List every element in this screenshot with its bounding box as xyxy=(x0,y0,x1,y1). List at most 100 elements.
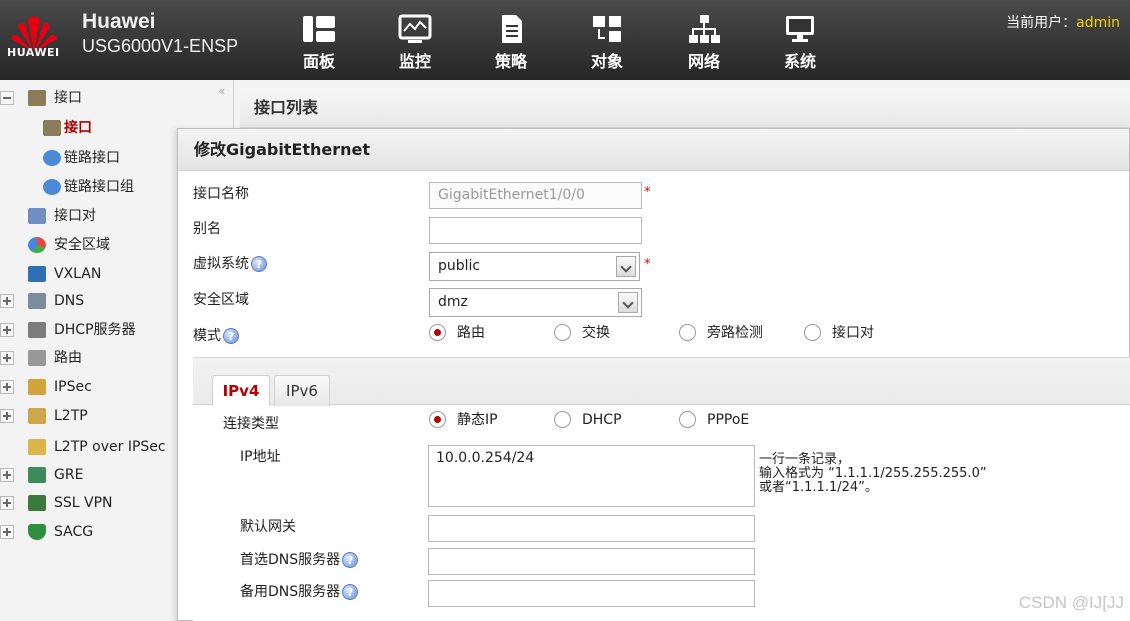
radio-icon[interactable] xyxy=(554,324,571,341)
l2tp-icon xyxy=(28,408,46,424)
nav-dashboard[interactable]: 面板 xyxy=(289,14,349,72)
sidebar-item-dns[interactable]: DNS xyxy=(0,288,200,314)
sidebar-item-vxlan[interactable]: VXLAN xyxy=(0,261,200,287)
current-user: 当前用户：admin xyxy=(1006,12,1120,32)
dialog-title: 修改GigabitEthernet xyxy=(178,129,1129,171)
user-name[interactable]: admin xyxy=(1076,15,1120,31)
sidebar-item-link-interface[interactable]: 链路接口 xyxy=(0,145,200,171)
ip-address-label: IP地址 xyxy=(240,449,281,465)
required-mark: * xyxy=(644,185,651,200)
policy-icon xyxy=(502,15,522,43)
dns2-label: 备用DNS服务器? xyxy=(240,581,359,601)
vsys-select[interactable]: public xyxy=(429,252,640,281)
zone-value: dmz xyxy=(438,294,468,310)
hint-line: 或者“1.1.1.1/24”。 xyxy=(759,480,878,495)
sidebar-item-label: L2TP over IPSec xyxy=(54,439,166,455)
expand-icon[interactable] xyxy=(0,525,14,539)
sidebar-item-label: 链路接口组 xyxy=(64,179,134,195)
nav-label: 对象 xyxy=(590,52,623,71)
radio-icon[interactable] xyxy=(554,411,571,428)
help-icon[interactable]: ? xyxy=(342,552,359,568)
radio-label: 接口对 xyxy=(832,325,874,341)
system-icon xyxy=(786,16,814,42)
sidebar-item-l2tp-over-ipsec[interactable]: L2TP over IPSec xyxy=(0,434,200,460)
expand-icon[interactable] xyxy=(0,496,14,510)
sidebar-item-sacg[interactable]: SACG xyxy=(0,519,200,545)
mode-label: 模式? xyxy=(193,325,239,345)
gateway-field[interactable] xyxy=(428,515,755,542)
sidebar-item-gre[interactable]: GRE xyxy=(0,462,200,488)
sidebar-item-l2tp[interactable]: L2TP xyxy=(0,403,200,429)
dropdown-arrow-icon[interactable] xyxy=(618,292,638,313)
alias-field[interactable] xyxy=(429,217,642,244)
radio-icon[interactable] xyxy=(804,324,821,341)
mode-label-text: 模式 xyxy=(193,328,221,344)
expand-icon[interactable] xyxy=(0,468,14,482)
expand-icon[interactable] xyxy=(0,409,14,423)
ip-address-textarea[interactable]: 10.0.0.254/24 xyxy=(428,445,755,507)
dns1-field[interactable] xyxy=(428,548,755,575)
sidebar-item-interface-pair[interactable]: 接口对 xyxy=(0,203,200,229)
nav-policy[interactable]: 策略 xyxy=(481,14,541,72)
sidebar-item-label: SSL VPN xyxy=(54,495,113,511)
top-header: HUAWEI Huawei USG6000V1-ENSP 面板 监控 策略 对象… xyxy=(0,0,1130,80)
tab-ipv4[interactable]: IPv4 xyxy=(212,375,270,406)
dhcp-icon xyxy=(28,322,46,338)
sidebar-item-ssl-vpn[interactable]: SSL VPN xyxy=(0,490,200,516)
interface-icon xyxy=(28,90,46,106)
radio-selected-icon[interactable] xyxy=(429,411,446,428)
nav-label: 系统 xyxy=(783,52,816,71)
expand-icon[interactable] xyxy=(0,294,14,308)
gateway-label: 默认网关 xyxy=(240,519,296,535)
sidebar-item-label: 接口 xyxy=(54,90,82,106)
help-icon[interactable]: ? xyxy=(223,328,239,344)
nav-network[interactable]: 网络 xyxy=(674,14,734,72)
radio-label: 静态IP xyxy=(457,412,498,428)
dropdown-arrow-icon[interactable] xyxy=(616,256,636,277)
hint-line: 一行一条记录， xyxy=(759,452,851,467)
sidebar-item-label: L2TP xyxy=(54,408,88,424)
expand-icon[interactable] xyxy=(0,323,14,337)
sidebar-item-route[interactable]: 路由 xyxy=(0,345,200,371)
ip-format-hint: 一行一条记录， 输入格式为 “1.1.1.1/255.255.255.0” 或者… xyxy=(759,453,987,495)
sidebar-item-ipsec[interactable]: IPSec xyxy=(0,374,200,400)
dns2-field[interactable] xyxy=(428,580,755,607)
vxlan-icon xyxy=(28,266,46,282)
dns2-label-text: 备用DNS服务器 xyxy=(240,584,341,600)
nav-monitor[interactable]: 监控 xyxy=(385,14,445,72)
edit-interface-dialog: 修改GigabitEthernet 接口名称 GigabitEthernet1/… xyxy=(177,128,1130,621)
sidebar-item-label: VXLAN xyxy=(54,266,102,282)
vsys-label: 虚拟系统? xyxy=(193,253,267,273)
help-icon[interactable]: ? xyxy=(342,584,359,600)
zone-label: 安全区域 xyxy=(193,292,249,308)
help-icon[interactable]: ? xyxy=(251,256,267,272)
sidebar-item-label: GRE xyxy=(54,467,84,483)
sidebar-item-interface-group[interactable]: 接口 xyxy=(0,85,200,111)
tab-ipv6[interactable]: IPv6 xyxy=(274,375,330,406)
sidebar-item-dhcp[interactable]: DHCP服务器 xyxy=(0,317,200,343)
radio-label: 旁路检测 xyxy=(707,325,763,341)
tab-strip xyxy=(193,357,1130,405)
expand-icon[interactable] xyxy=(0,351,14,365)
dns1-label-text: 首选DNS服务器 xyxy=(240,552,341,568)
watermark: CSDN @IJ[JJ xyxy=(1018,593,1124,612)
nav-system[interactable]: 系统 xyxy=(770,14,830,72)
ssl-vpn-icon xyxy=(28,495,46,511)
radio-icon[interactable] xyxy=(679,411,696,428)
collapse-sidebar-icon[interactable]: « xyxy=(218,84,225,98)
dns-icon xyxy=(28,293,46,309)
sidebar-item-label: IPSec xyxy=(54,379,92,395)
network-icon xyxy=(689,15,720,43)
sidebar-item-interface[interactable]: 接口 xyxy=(0,115,200,141)
expand-icon[interactable] xyxy=(0,380,14,394)
radio-selected-icon[interactable] xyxy=(429,324,446,341)
radio-icon[interactable] xyxy=(679,324,696,341)
zone-select[interactable]: dmz xyxy=(429,288,642,317)
sidebar-item-link-group[interactable]: 链路接口组 xyxy=(0,174,200,200)
monitor-icon xyxy=(398,14,432,43)
nav-object[interactable]: 对象 xyxy=(577,14,637,72)
radio-label: 交换 xyxy=(582,325,610,341)
sidebar-item-security-zone[interactable]: 安全区域 xyxy=(0,232,200,258)
collapse-icon[interactable] xyxy=(0,91,14,105)
vsys-value: public xyxy=(438,258,481,274)
